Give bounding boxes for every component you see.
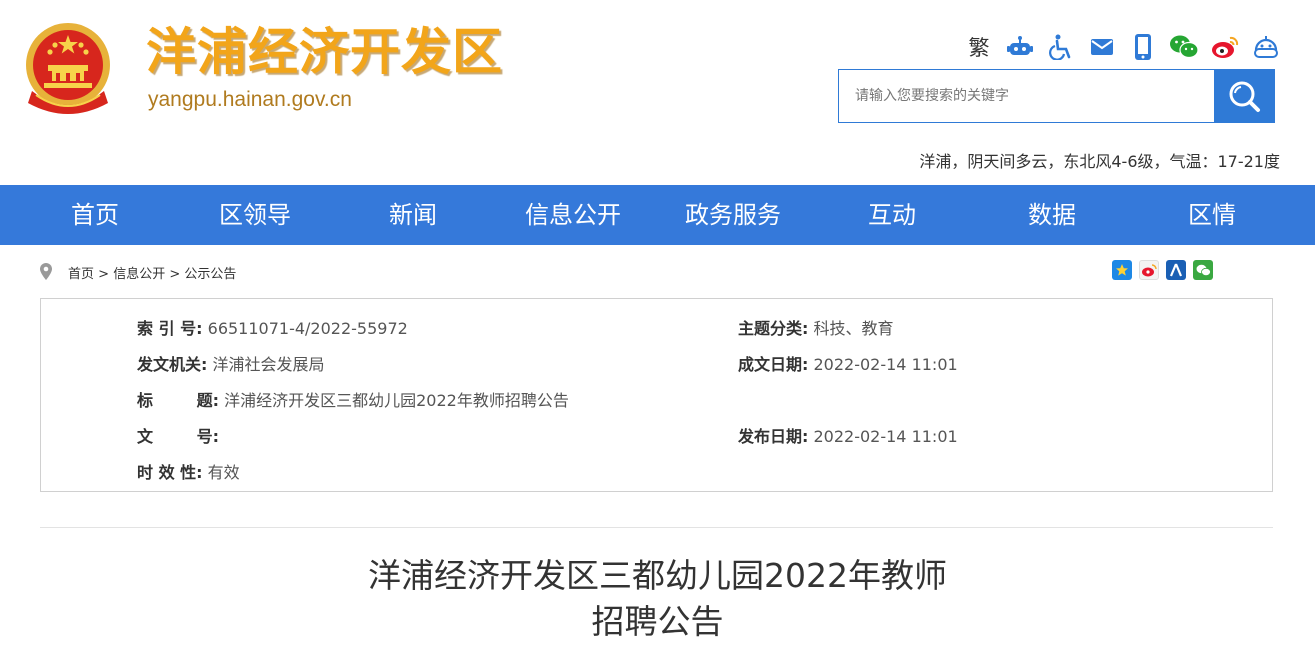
meta-issuer-label: 发文机关: [137, 355, 208, 374]
meta-issuer-value: 洋浦社会发展局 [212, 355, 325, 374]
site-url[interactable]: yangpu.hainan.gov.cn [148, 88, 352, 112]
meta-category: 主题分类: 科技、教育 [738, 315, 894, 339]
meta-published: 发布日期: 2022-02-14 11:01 [738, 423, 958, 447]
meta-validity-label: 时 效 性: [137, 463, 203, 482]
breadcrumb-disclosure[interactable]: 信息公开 [113, 267, 165, 282]
article-title-line1: 洋浦经济开发区三都幼儿园2022年教师 [368, 556, 947, 595]
nav-item-interaction[interactable]: 互动 [812, 185, 972, 245]
site-header: 洋浦经济开发区 yangpu.hainan.gov.cn 繁 请输入您要搜索的关… [0, 0, 1315, 185]
breadcrumb-separator: > [169, 267, 181, 282]
share-renren-icon[interactable] [1166, 260, 1186, 280]
meta-validity: 时 效 性: 有效 [137, 459, 240, 483]
nav-item-services[interactable]: 政务服务 [653, 185, 813, 245]
article-title-line2: 招聘公告 [591, 602, 724, 641]
assistant-icon[interactable] [1251, 32, 1281, 62]
search-icon [1229, 81, 1260, 112]
search-button[interactable] [1214, 70, 1274, 122]
nav-item-news[interactable]: 新闻 [333, 185, 493, 245]
meta-docno-label-part1: 文 [137, 427, 154, 446]
article-title: 洋浦经济开发区三都幼儿园2022年教师 招聘公告 [0, 553, 1315, 645]
nav-item-data[interactable]: 数据 [972, 185, 1132, 245]
breadcrumb-announcements[interactable]: 公示公告 [184, 267, 236, 282]
search-bar [838, 69, 1275, 123]
traditional-chinese-toggle[interactable]: 繁 [964, 32, 994, 62]
accessibility-icon[interactable] [1046, 32, 1076, 62]
meta-title: 标 题: 洋浦经济开发区三都幼儿园2022年教师招聘公告 [137, 387, 569, 411]
mobile-icon[interactable] [1128, 32, 1158, 62]
meta-title-label-part2: 题: [196, 391, 219, 410]
meta-index-label: 索 引 号: [137, 319, 203, 338]
nav-item-disclosure[interactable]: 信息公开 [493, 185, 653, 245]
meta-index-value: 66511071-4/2022-55972 [207, 319, 408, 338]
meta-published-value: 2022-02-14 11:01 [813, 427, 958, 446]
share-weibo-icon[interactable] [1139, 260, 1159, 280]
wechat-icon[interactable] [1169, 32, 1199, 62]
search-input[interactable] [839, 70, 1214, 122]
meta-issuer: 发文机关: 洋浦社会发展局 [137, 351, 325, 375]
meta-validity-value: 有效 [207, 463, 240, 482]
share-buttons [1105, 260, 1213, 280]
breadcrumb-bar: 首页 > 信息公开 > 公示公告 [40, 260, 1273, 284]
meta-category-label: 主题分类: [738, 319, 809, 338]
meta-title-label: 标 题: [137, 387, 219, 411]
nav-item-home[interactable]: 首页 [15, 185, 175, 245]
nav-item-leaders[interactable]: 区领导 [175, 185, 335, 245]
share-wechat-icon[interactable] [1193, 260, 1213, 280]
meta-title-label-part1: 标 [137, 391, 154, 410]
meta-category-value: 科技、教育 [813, 319, 894, 338]
utility-icons: 繁 [964, 32, 1292, 62]
share-qzone-icon[interactable] [1112, 260, 1132, 280]
meta-created: 成文日期: 2022-02-14 11:01 [738, 351, 958, 375]
location-pin-icon [40, 263, 52, 280]
meta-created-label: 成文日期: [738, 355, 809, 374]
breadcrumb-separator: > [98, 267, 110, 282]
meta-title-value: 洋浦经济开发区三都幼儿园2022年教师招聘公告 [224, 391, 569, 410]
robot-icon[interactable] [1005, 32, 1035, 62]
meta-docno-label: 文 号: [137, 423, 219, 447]
mail-icon[interactable] [1087, 32, 1117, 62]
weather-info: 洋浦，阴天间多云，东北风4-6级，气温：17-21度 [919, 152, 1280, 171]
meta-index: 索 引 号: 66511071-4/2022-55972 [137, 315, 408, 339]
meta-created-value: 2022-02-14 11:01 [813, 355, 958, 374]
meta-docno: 文 号: [137, 423, 219, 447]
meta-published-label: 发布日期: [738, 427, 809, 446]
document-meta-box: 索 引 号: 66511071-4/2022-55972 主题分类: 科技、教育… [40, 298, 1273, 492]
content-divider [40, 527, 1273, 528]
weibo-icon[interactable] [1210, 32, 1240, 62]
meta-docno-label-part2: 号: [196, 427, 219, 446]
national-emblem-icon [26, 23, 110, 114]
nav-item-overview[interactable]: 区情 [1132, 185, 1292, 245]
breadcrumb-home[interactable]: 首页 [68, 267, 94, 282]
breadcrumb: 首页 > 信息公开 > 公示公告 [68, 263, 236, 282]
main-nav: 首页 区领导 新闻 信息公开 政务服务 互动 数据 区情 [0, 185, 1315, 245]
site-title[interactable]: 洋浦经济开发区 [146, 22, 503, 82]
